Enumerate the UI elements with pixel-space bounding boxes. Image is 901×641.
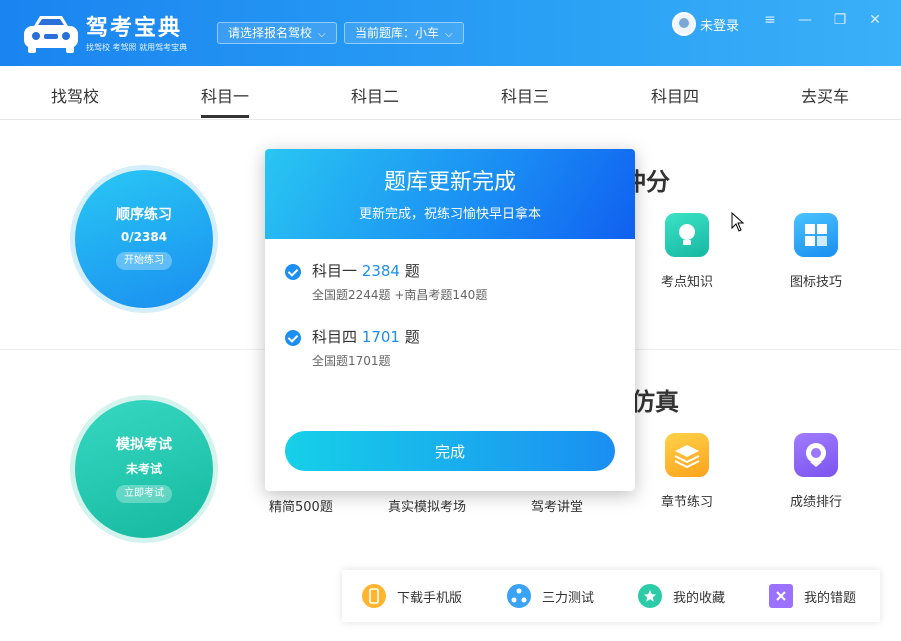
subject-detail: 全国题1701题 <box>312 352 391 369</box>
bottom-label: 三力测试 <box>542 587 594 606</box>
exam-circle[interactable]: 模拟考试 未考试 立即考试 <box>70 395 218 543</box>
avatar[interactable] <box>672 12 696 36</box>
feature-knowledge[interactable]: 考点知识 <box>642 213 732 290</box>
question-bank-label: 当前题库：小车 <box>355 26 439 40</box>
bottom-label: 我的错题 <box>804 587 856 606</box>
feature-lecture-hall[interactable]: 驾考讲堂 <box>531 496 583 515</box>
exam-title: 模拟考试 <box>75 434 213 454</box>
start-exam-button[interactable]: 立即考试 <box>116 485 172 503</box>
feature-chapter-practice[interactable]: 章节练习 <box>642 433 732 510</box>
phone-icon <box>362 584 386 608</box>
feature-sign-tips[interactable]: 图标技巧 <box>771 213 861 290</box>
app-subtitle: 找驾校 考驾照 就用驾考宝典 <box>86 42 187 53</box>
school-select-label: 请选择报名驾校 <box>228 26 312 40</box>
chevron-down-icon: ⌵ <box>445 25 453 45</box>
layers-icon <box>665 433 709 477</box>
dialog-subtitle: 更新完成，祝练习愉快早日拿本 <box>265 203 635 222</box>
feature-label: 考点知识 <box>642 271 732 290</box>
lightbulb-icon <box>665 213 709 257</box>
feature-label: 章节练习 <box>642 491 732 510</box>
feature-label: 图标技巧 <box>771 271 861 290</box>
question-bank-select[interactable]: 当前题库：小车 ⌵ <box>344 22 464 44</box>
subject-detail: 全国题2244题 +南昌考题140题 <box>312 286 487 303</box>
feature-simplified-500[interactable]: 精简500题 <box>269 496 333 515</box>
update-complete-dialog: 题库更新完成 更新完成，祝练习愉快早日拿本 科目一 2384 题 全国题2244… <box>265 149 635 491</box>
close-icon[interactable]: ✕ <box>865 10 885 30</box>
practice-progress: 0/2384 <box>75 230 213 244</box>
menu-icon[interactable]: ≡ <box>760 10 780 30</box>
grid-icon <box>794 213 838 257</box>
triangle-icon <box>507 584 531 608</box>
bottom-label: 我的收藏 <box>673 587 725 606</box>
tab-subject-three[interactable]: 科目三 <box>501 83 549 107</box>
tab-subject-one[interactable]: 科目一 <box>201 83 249 107</box>
subject-unit: 题 <box>405 262 420 280</box>
tab-buy-car[interactable]: 去买车 <box>801 83 849 107</box>
section2-title: 仿真 <box>631 382 679 417</box>
subject-count: 1701 <box>362 328 400 346</box>
subject-name: 科目一 <box>312 262 357 280</box>
school-select[interactable]: 请选择报名驾校 ⌵ <box>217 22 337 44</box>
subject-unit: 题 <box>405 328 420 346</box>
practice-circle[interactable]: 顺序练习 0/2384 开始练习 <box>70 165 218 313</box>
dialog-title: 题库更新完成 <box>265 164 635 196</box>
feature-real-exam-room[interactable]: 真实模拟考场 <box>388 496 466 515</box>
check-circle-icon <box>285 264 301 280</box>
app-title: 驾考宝典 <box>86 10 182 42</box>
x-icon <box>769 584 793 608</box>
dialog-header: 题库更新完成 更新完成，祝练习愉快早日拿本 <box>265 149 635 239</box>
check-circle-icon <box>285 330 301 346</box>
subject-count: 2384 <box>362 262 400 280</box>
login-link[interactable]: 未登录 <box>700 15 739 34</box>
feature-ranking[interactable]: 成绩排行 <box>771 433 861 510</box>
app-header: 驾考宝典 找驾校 考驾照 就用驾考宝典 请选择报名驾校 ⌵ 当前题库：小车 ⌵ 未登… <box>0 0 901 66</box>
done-button[interactable]: 完成 <box>285 431 615 471</box>
medal-icon <box>794 433 838 477</box>
tab-subject-two[interactable]: 科目二 <box>351 83 399 107</box>
feature-label: 成绩排行 <box>771 491 861 510</box>
bottom-label: 下载手机版 <box>397 587 462 606</box>
exam-status: 未考试 <box>75 460 213 477</box>
star-icon <box>638 584 662 608</box>
minimize-icon[interactable]: — <box>795 10 815 30</box>
bottom-toolbar: 下载手机版 三力测试 我的收藏 我的错题 <box>342 570 880 622</box>
mouse-cursor-icon <box>731 212 745 232</box>
start-practice-button[interactable]: 开始练习 <box>116 252 172 270</box>
subject-name: 科目四 <box>312 328 357 346</box>
active-tab-indicator <box>201 115 249 118</box>
maximize-icon[interactable]: ❐ <box>830 10 850 30</box>
practice-title: 顺序练习 <box>75 204 213 224</box>
chevron-down-icon: ⌵ <box>318 25 326 45</box>
tab-subject-four[interactable]: 科目四 <box>651 83 699 107</box>
car-logo-icon <box>20 12 82 56</box>
subject-tabs: 找驾校 科目一 科目二 科目三 科目四 去买车 <box>0 66 901 120</box>
tab-find-school[interactable]: 找驾校 <box>51 83 99 107</box>
